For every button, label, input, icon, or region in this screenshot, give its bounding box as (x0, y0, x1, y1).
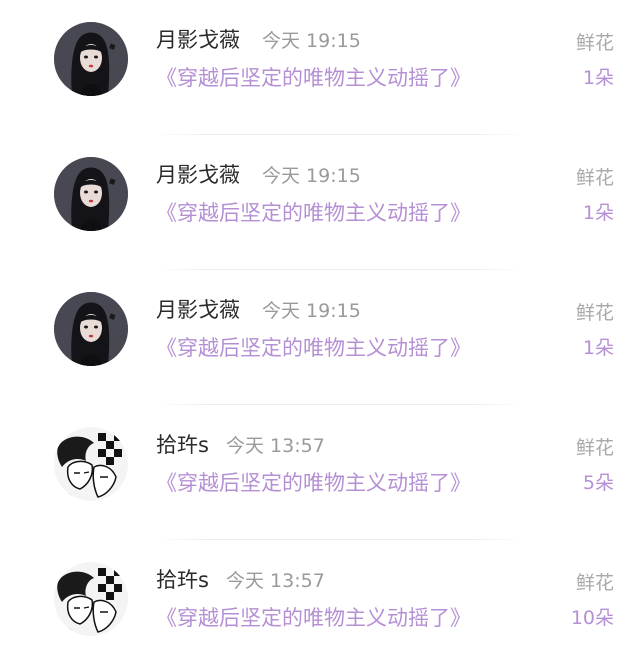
timestamp: 今天 19:15 (262, 165, 361, 187)
username[interactable]: 月影戈薇 (156, 159, 240, 189)
gift-count: 1朵 (582, 202, 614, 224)
username[interactable]: 拾玝s (156, 429, 209, 459)
book-title-link[interactable]: 《穿越后坚定的唯物主义动摇了》 (156, 62, 471, 92)
gift-label: 鲜花 (575, 302, 614, 324)
list-item[interactable]: 月影戈薇 今天 19:15 《穿越后坚定的唯物主义动摇了》 鲜花 1朵 (0, 135, 640, 270)
manga-avatar-icon (54, 427, 128, 501)
timestamp: 今天 13:57 (226, 435, 325, 457)
gift-label: 鲜花 (575, 572, 614, 594)
girl-avatar-icon (54, 292, 128, 366)
timestamp: 今天 19:15 (262, 300, 361, 322)
manga-avatar-icon (54, 562, 128, 636)
avatar[interactable] (54, 292, 128, 366)
book-title-link[interactable]: 《穿越后坚定的唯物主义动摇了》 (156, 332, 471, 362)
username[interactable]: 月影戈薇 (156, 294, 240, 324)
timestamp: 今天 13:57 (226, 570, 325, 592)
gift-count: 1朵 (582, 337, 614, 359)
gift-count: 10朵 (570, 607, 614, 629)
book-title-link[interactable]: 《穿越后坚定的唯物主义动摇了》 (156, 602, 471, 632)
gift-label: 鲜花 (575, 167, 614, 189)
list-item[interactable]: 拾玝s 今天 13:57 《穿越后坚定的唯物主义动摇了》 鲜花 5朵 (0, 405, 640, 540)
gift-record-list: 月影戈薇 今天 19:15 《穿越后坚定的唯物主义动摇了》 鲜花 1朵 月影戈薇… (0, 0, 640, 655)
gift-label: 鲜花 (575, 32, 614, 54)
list-item[interactable]: 月影戈薇 今天 19:15 《穿越后坚定的唯物主义动摇了》 鲜花 1朵 (0, 0, 640, 135)
book-title-link[interactable]: 《穿越后坚定的唯物主义动摇了》 (156, 467, 471, 497)
book-title-link[interactable]: 《穿越后坚定的唯物主义动摇了》 (156, 197, 471, 227)
avatar[interactable] (54, 22, 128, 96)
username[interactable]: 月影戈薇 (156, 24, 240, 54)
gift-count: 1朵 (582, 67, 614, 89)
list-item[interactable]: 拾玝s 今天 13:57 《穿越后坚定的唯物主义动摇了》 鲜花 10朵 (0, 540, 640, 655)
gift-label: 鲜花 (575, 437, 614, 459)
girl-avatar-icon (54, 157, 128, 231)
avatar[interactable] (54, 157, 128, 231)
girl-avatar-icon (54, 22, 128, 96)
list-item[interactable]: 月影戈薇 今天 19:15 《穿越后坚定的唯物主义动摇了》 鲜花 1朵 (0, 270, 640, 405)
avatar[interactable] (54, 562, 128, 636)
avatar[interactable] (54, 427, 128, 501)
gift-count: 5朵 (582, 472, 614, 494)
username[interactable]: 拾玝s (156, 564, 209, 594)
timestamp: 今天 19:15 (262, 30, 361, 52)
